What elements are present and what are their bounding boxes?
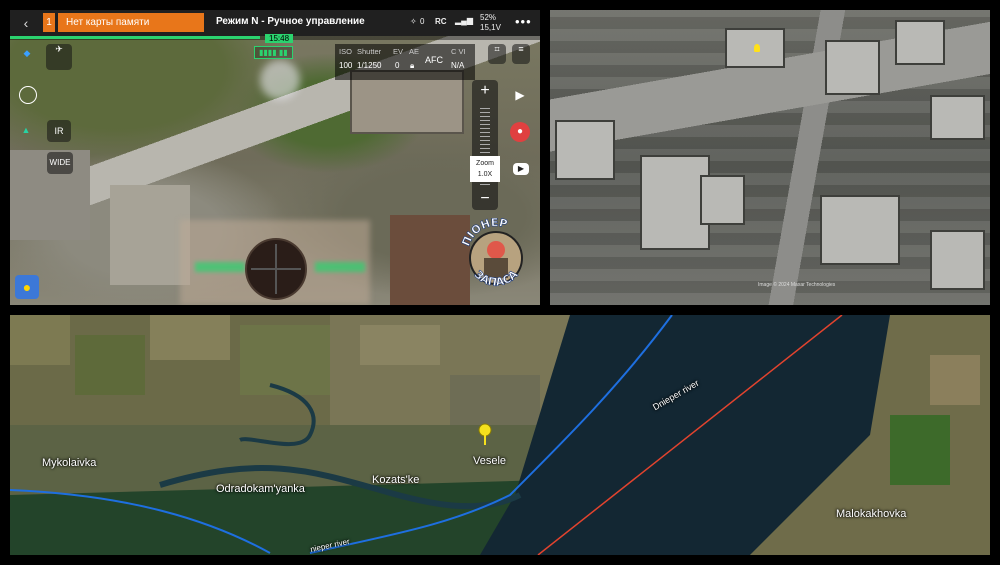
back-button[interactable]: ‹ — [16, 14, 36, 32]
iso-value: 100 — [339, 61, 353, 70]
battery-percent: 52% — [480, 13, 497, 22]
gps-count: 0 — [420, 17, 425, 26]
ir-button[interactable]: IR — [47, 120, 71, 142]
map-pin-icon: ● — [22, 279, 32, 295]
shutter-value: 1/1250 — [357, 61, 382, 70]
signal-icon: ▂▄▆ — [455, 16, 473, 25]
smoke — [260, 60, 300, 100]
playback-icon[interactable]: ▶ — [513, 163, 529, 175]
building — [820, 195, 900, 265]
zoom-control[interactable]: + − — [472, 80, 498, 210]
building — [930, 230, 985, 290]
shutter-label: Shutter — [357, 47, 382, 56]
pioneer-emblem-logo: ПІОНЕР ЗАПАСА — [459, 218, 523, 289]
zoom-indicator: Zoom 1.0X — [470, 156, 500, 182]
building — [825, 40, 880, 95]
cvi-value: N/A — [451, 61, 465, 70]
scan-icon[interactable]: ⌗ — [488, 44, 506, 64]
no-memory-card-warning[interactable]: Нет карты памяти — [58, 13, 204, 32]
drone-top-bar: ‹ 1 Нет карты памяти Режим N - Ручное уп… — [10, 10, 540, 36]
satellite-icon: ✧ — [410, 17, 417, 26]
time-label: 15:48 — [265, 34, 294, 43]
imagery-credit: Image © 2024 Maxar Technologies — [758, 282, 836, 288]
iso-label: ISO — [339, 47, 352, 56]
compass-icon: ◆ — [23, 48, 31, 58]
map-button[interactable]: ● — [15, 275, 39, 299]
place-odradokamyanka: Odradokam'yanka — [216, 483, 305, 495]
hud-green-bar-right — [315, 262, 365, 272]
zoom-value: 1.0X — [477, 171, 493, 178]
zoom-in-button[interactable]: + — [472, 82, 498, 100]
home-point-icon — [19, 86, 37, 104]
ae-label: AE — [409, 47, 420, 56]
video-camera-icon[interactable]: ▶ — [512, 88, 528, 102]
drone-icon[interactable]: ✈ — [46, 44, 72, 70]
camera-settings[interactable]: ISO 100 Shutter 1/1250 EV 0 AE 🔒︎ AFC C … — [335, 44, 475, 80]
cvi-label: C VI — [451, 47, 466, 56]
rubble-area — [110, 185, 190, 285]
flight-mode[interactable]: Режим N - Ручное управление — [216, 16, 365, 27]
wide-button[interactable]: WIDE — [47, 152, 73, 174]
building — [555, 120, 615, 180]
zoom-label: Zoom — [476, 160, 494, 167]
place-malokakhovka: Malokakhovka — [836, 508, 907, 520]
pushpin-icon — [478, 423, 492, 445]
settings-sliders-icon[interactable]: ≡ — [512, 44, 530, 64]
place-kozatske: Kozats'ke — [372, 474, 420, 486]
ev-value: 0 — [395, 61, 400, 70]
notification-badge[interactable]: 1 — [43, 13, 55, 32]
building — [895, 20, 945, 65]
zoom-out-button[interactable]: − — [472, 190, 498, 208]
afc-label[interactable]: AFC — [425, 55, 443, 65]
record-button[interactable]: ● — [510, 122, 530, 142]
ev-label: EV — [393, 47, 404, 56]
rc-label: RC — [435, 17, 447, 26]
place-vesele: Vesele — [473, 455, 507, 467]
heading-arrow-icon: ▲ — [21, 125, 31, 135]
drone-camera-view: ‹ 1 Нет карты памяти Режим N - Ручное уп… — [10, 10, 540, 305]
hud-green-bar-left — [195, 262, 245, 272]
timeline-fill — [10, 36, 260, 39]
overview-map: Mykolaivka Odradokam'yanka Kozats'ke Ves… — [10, 315, 990, 555]
building — [700, 175, 745, 225]
building — [930, 95, 985, 140]
battery-voltage: 15,1V — [480, 23, 501, 32]
target-tag: ▮▮▮▮ ▮▮ — [254, 46, 293, 59]
place-mykolaivka: Mykolaivka — [42, 457, 97, 469]
more-menu-icon[interactable]: ••• — [515, 14, 532, 29]
crosshair-reticle — [245, 238, 307, 300]
lock-icon: 🔒︎ — [410, 61, 415, 70]
satellite-closeup: Image © 2024 Maxar Technologies — [550, 10, 990, 305]
location-pin-icon — [754, 44, 760, 52]
